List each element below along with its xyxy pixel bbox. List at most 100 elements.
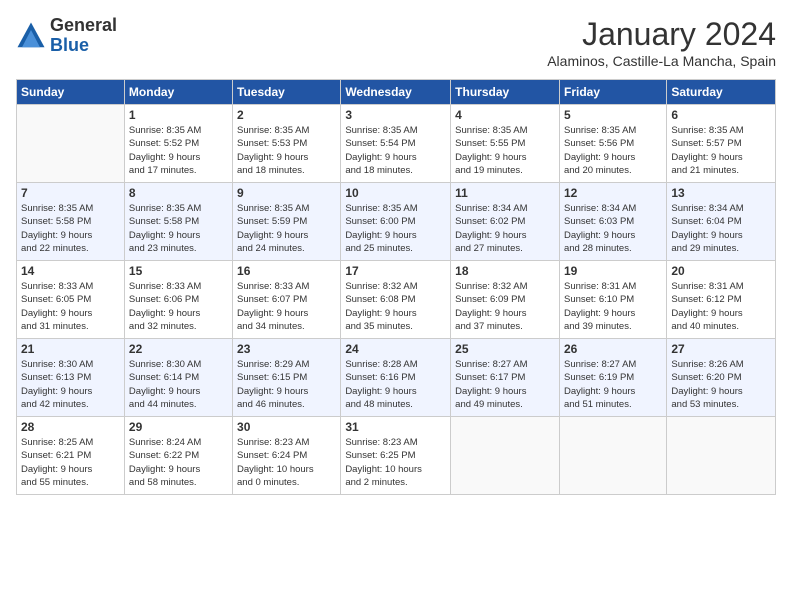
day-header: Friday bbox=[559, 80, 666, 105]
header-row: SundayMondayTuesdayWednesdayThursdayFrid… bbox=[17, 80, 776, 105]
day-number: 7 bbox=[21, 186, 120, 200]
calendar-cell: 23Sunrise: 8:29 AM Sunset: 6:15 PM Dayli… bbox=[233, 339, 341, 417]
calendar-cell: 20Sunrise: 8:31 AM Sunset: 6:12 PM Dayli… bbox=[667, 261, 776, 339]
day-info: Sunrise: 8:31 AM Sunset: 6:12 PM Dayligh… bbox=[671, 280, 771, 333]
calendar-cell: 11 Sunrise: 8:34 AM Sunset: 6:02 PM Dayli… bbox=[451, 183, 560, 261]
calendar-row: 14 Sunrise: 8:33 AM Sunset: 6:05 PM Dayli… bbox=[17, 261, 776, 339]
day-info: Sunrise: 8:33 AM Sunset: 6:07 PM Dayligh… bbox=[237, 280, 336, 333]
day-number: 27 bbox=[671, 342, 771, 356]
day-number: 11 bbox=[455, 186, 555, 200]
location: Alaminos, Castille-La Mancha, Spain bbox=[547, 53, 776, 69]
calendar-cell: 4 Sunrise: 8:35 AM Sunset: 5:55 PM Daylig… bbox=[451, 105, 560, 183]
calendar-cell: 2 Sunrise: 8:35 AM Sunset: 5:53 PM Daylig… bbox=[233, 105, 341, 183]
day-info: Sunrise: 8:32 AM Sunset: 6:08 PM Dayligh… bbox=[345, 280, 446, 333]
day-info: Sunrise: 8:23 AM Sunset: 6:25 PM Dayligh… bbox=[345, 436, 446, 489]
day-header: Saturday bbox=[667, 80, 776, 105]
calendar-cell bbox=[667, 417, 776, 495]
calendar-cell: 25Sunrise: 8:27 AM Sunset: 6:17 PM Dayli… bbox=[451, 339, 560, 417]
calendar-cell: 9 Sunrise: 8:35 AM Sunset: 5:59 PM Daylig… bbox=[233, 183, 341, 261]
calendar-cell: 18 Sunrise: 8:32 AM Sunset: 6:09 PM Dayli… bbox=[451, 261, 560, 339]
calendar-cell: 30 Sunrise: 8:23 AM Sunset: 6:24 PM Dayli… bbox=[233, 417, 341, 495]
calendar-cell: 12 Sunrise: 8:34 AM Sunset: 6:03 PM Dayli… bbox=[559, 183, 666, 261]
calendar-cell: 8 Sunrise: 8:35 AM Sunset: 5:58 PM Daylig… bbox=[124, 183, 232, 261]
day-info: Sunrise: 8:35 AM Sunset: 5:55 PM Dayligh… bbox=[455, 124, 555, 177]
day-info: Sunrise: 8:35 AM Sunset: 5:56 PM Dayligh… bbox=[564, 124, 662, 177]
calendar-table: SundayMondayTuesdayWednesdayThursdayFrid… bbox=[16, 79, 776, 495]
day-number: 30 bbox=[237, 420, 336, 434]
header: General Blue January 2024 Alaminos, Cast… bbox=[16, 16, 776, 69]
day-number: 26 bbox=[564, 342, 662, 356]
day-info: Sunrise: 8:25 AM Sunset: 6:21 PM Dayligh… bbox=[21, 436, 120, 489]
day-number: 15 bbox=[129, 264, 228, 278]
day-info: Sunrise: 8:33 AM Sunset: 6:05 PM Dayligh… bbox=[21, 280, 120, 333]
day-number: 5 bbox=[564, 108, 662, 122]
calendar-row: 21 Sunrise: 8:30 AM Sunset: 6:13 PM Dayli… bbox=[17, 339, 776, 417]
day-number: 29 bbox=[129, 420, 228, 434]
day-info: Sunrise: 8:35 AM Sunset: 5:59 PM Dayligh… bbox=[237, 202, 336, 255]
calendar-row: 1Sunrise: 8:35 AM Sunset: 5:52 PM Daylig… bbox=[17, 105, 776, 183]
day-number: 16 bbox=[237, 264, 336, 278]
day-number: 2 bbox=[237, 108, 336, 122]
day-number: 19 bbox=[564, 264, 662, 278]
day-info: Sunrise: 8:35 AM Sunset: 5:53 PM Dayligh… bbox=[237, 124, 336, 177]
calendar-cell: 19Sunrise: 8:31 AM Sunset: 6:10 PM Dayli… bbox=[559, 261, 666, 339]
day-info: Sunrise: 8:29 AM Sunset: 6:15 PM Dayligh… bbox=[237, 358, 336, 411]
day-info: Sunrise: 8:35 AM Sunset: 5:54 PM Dayligh… bbox=[345, 124, 446, 177]
day-number: 14 bbox=[21, 264, 120, 278]
calendar-cell: 27 Sunrise: 8:26 AM Sunset: 6:20 PM Dayli… bbox=[667, 339, 776, 417]
day-info: Sunrise: 8:24 AM Sunset: 6:22 PM Dayligh… bbox=[129, 436, 228, 489]
calendar-cell: 1Sunrise: 8:35 AM Sunset: 5:52 PM Daylig… bbox=[124, 105, 232, 183]
calendar-cell: 5 Sunrise: 8:35 AM Sunset: 5:56 PM Daylig… bbox=[559, 105, 666, 183]
day-info: Sunrise: 8:33 AM Sunset: 6:06 PM Dayligh… bbox=[129, 280, 228, 333]
day-info: Sunrise: 8:35 AM Sunset: 5:58 PM Dayligh… bbox=[129, 202, 228, 255]
day-info: Sunrise: 8:34 AM Sunset: 6:04 PM Dayligh… bbox=[671, 202, 771, 255]
calendar-cell: 13Sunrise: 8:34 AM Sunset: 6:04 PM Dayli… bbox=[667, 183, 776, 261]
calendar-cell bbox=[559, 417, 666, 495]
day-info: Sunrise: 8:32 AM Sunset: 6:09 PM Dayligh… bbox=[455, 280, 555, 333]
day-number: 9 bbox=[237, 186, 336, 200]
day-info: Sunrise: 8:35 AM Sunset: 6:00 PM Dayligh… bbox=[345, 202, 446, 255]
calendar-row: 7 Sunrise: 8:35 AM Sunset: 5:58 PM Daylig… bbox=[17, 183, 776, 261]
calendar-cell bbox=[451, 417, 560, 495]
day-info: Sunrise: 8:26 AM Sunset: 6:20 PM Dayligh… bbox=[671, 358, 771, 411]
title-block: January 2024 Alaminos, Castille-La Manch… bbox=[547, 16, 776, 69]
calendar-cell: 17Sunrise: 8:32 AM Sunset: 6:08 PM Dayli… bbox=[341, 261, 451, 339]
calendar-cell bbox=[17, 105, 125, 183]
day-info: Sunrise: 8:34 AM Sunset: 6:02 PM Dayligh… bbox=[455, 202, 555, 255]
day-number: 3 bbox=[345, 108, 446, 122]
calendar-cell: 3 Sunrise: 8:35 AM Sunset: 5:54 PM Daylig… bbox=[341, 105, 451, 183]
day-info: Sunrise: 8:30 AM Sunset: 6:13 PM Dayligh… bbox=[21, 358, 120, 411]
day-number: 12 bbox=[564, 186, 662, 200]
calendar-cell: 15 Sunrise: 8:33 AM Sunset: 6:06 PM Dayli… bbox=[124, 261, 232, 339]
day-header: Monday bbox=[124, 80, 232, 105]
page: General Blue January 2024 Alaminos, Cast… bbox=[0, 0, 792, 612]
day-number: 22 bbox=[129, 342, 228, 356]
day-header: Sunday bbox=[17, 80, 125, 105]
logo: General Blue bbox=[16, 16, 117, 56]
calendar-cell: 16 Sunrise: 8:33 AM Sunset: 6:07 PM Dayli… bbox=[233, 261, 341, 339]
day-number: 4 bbox=[455, 108, 555, 122]
day-number: 28 bbox=[21, 420, 120, 434]
calendar-cell: 10 Sunrise: 8:35 AM Sunset: 6:00 PM Dayli… bbox=[341, 183, 451, 261]
calendar-cell: 24Sunrise: 8:28 AM Sunset: 6:16 PM Dayli… bbox=[341, 339, 451, 417]
day-header: Tuesday bbox=[233, 80, 341, 105]
month-title: January 2024 bbox=[547, 16, 776, 53]
calendar-cell: 14 Sunrise: 8:33 AM Sunset: 6:05 PM Dayli… bbox=[17, 261, 125, 339]
day-number: 24 bbox=[345, 342, 446, 356]
day-header: Thursday bbox=[451, 80, 560, 105]
day-info: Sunrise: 8:27 AM Sunset: 6:19 PM Dayligh… bbox=[564, 358, 662, 411]
calendar-cell: 22Sunrise: 8:30 AM Sunset: 6:14 PM Dayli… bbox=[124, 339, 232, 417]
day-number: 10 bbox=[345, 186, 446, 200]
day-info: Sunrise: 8:35 AM Sunset: 5:52 PM Dayligh… bbox=[129, 124, 228, 177]
logo-blue: Blue bbox=[50, 36, 117, 56]
day-number: 8 bbox=[129, 186, 228, 200]
day-header: Wednesday bbox=[341, 80, 451, 105]
day-number: 21 bbox=[21, 342, 120, 356]
calendar-cell: 28 Sunrise: 8:25 AM Sunset: 6:21 PM Dayli… bbox=[17, 417, 125, 495]
day-number: 18 bbox=[455, 264, 555, 278]
calendar-cell: 29 Sunrise: 8:24 AM Sunset: 6:22 PM Dayli… bbox=[124, 417, 232, 495]
logo-icon bbox=[16, 21, 46, 51]
day-info: Sunrise: 8:23 AM Sunset: 6:24 PM Dayligh… bbox=[237, 436, 336, 489]
day-info: Sunrise: 8:34 AM Sunset: 6:03 PM Dayligh… bbox=[564, 202, 662, 255]
calendar-cell: 6Sunrise: 8:35 AM Sunset: 5:57 PM Daylig… bbox=[667, 105, 776, 183]
